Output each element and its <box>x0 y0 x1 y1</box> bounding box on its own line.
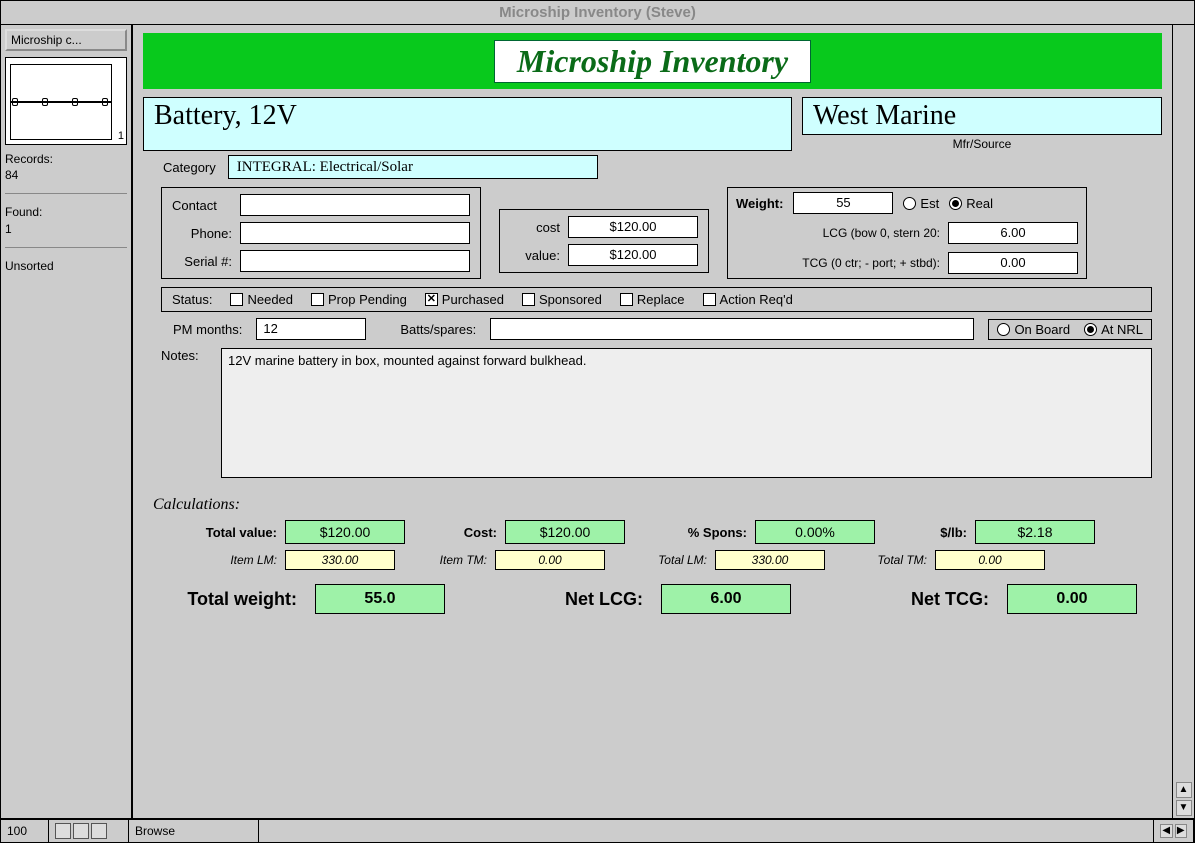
contact-field[interactable] <box>240 194 470 216</box>
mfr-field[interactable]: West Marine <box>802 97 1162 135</box>
category-label: Category <box>163 160 216 175</box>
per-lb-label: $/lb: <box>897 525 967 540</box>
rolodex-index: 1 <box>118 130 124 142</box>
weight-label: Weight: <box>736 196 783 211</box>
status-checkbox-sponsored[interactable]: Sponsored <box>522 292 602 307</box>
category-field[interactable]: INTEGRAL: Electrical/Solar <box>228 155 598 179</box>
per-lb: $2.18 <box>975 520 1095 544</box>
horizontal-scrollbar[interactable]: ◀ ▶ <box>1154 820 1194 842</box>
vertical-scrollbar[interactable]: ▲ ▼ <box>1172 25 1194 818</box>
banner-title: Microship Inventory <box>494 40 811 83</box>
net-tcg-label: Net TCG: <box>809 589 989 610</box>
pm-months-field[interactable]: 12 <box>256 318 366 340</box>
item-lm-label: Item LM: <box>157 553 277 567</box>
serial-field[interactable] <box>240 250 470 272</box>
value-label: value: <box>510 248 560 263</box>
weight-real-radio[interactable]: Real <box>949 196 993 211</box>
tcg-label: TCG (0 ctr; - port; + stbd): <box>736 256 940 270</box>
contact-label: Contact <box>172 198 232 213</box>
batts-field[interactable] <box>490 318 974 340</box>
record-rolodex[interactable]: 1 <box>5 57 127 145</box>
status-bar: 100 Browse ◀ ▶ <box>1 818 1194 842</box>
item-name-field[interactable]: Battery, 12V <box>143 97 792 151</box>
item-tm-label: Item TM: <box>407 553 487 567</box>
status-checkbox-prop-pending[interactable]: Prop Pending <box>311 292 407 307</box>
scroll-right-icon[interactable]: ▶ <box>1175 824 1188 838</box>
loc-onboard-radio[interactable]: On Board <box>997 322 1070 337</box>
net-tcg: 0.00 <box>1007 584 1137 614</box>
status-checkbox-purchased[interactable]: ✕Purchased <box>425 292 504 307</box>
scroll-up-icon[interactable]: ▲ <box>1176 782 1192 798</box>
location-group: On Board At NRL <box>988 319 1152 340</box>
contact-group: Contact Phone: Serial #: <box>161 187 481 279</box>
lcg-field[interactable]: 6.00 <box>948 222 1078 244</box>
phone-field[interactable] <box>240 222 470 244</box>
phone-label: Phone: <box>172 226 232 241</box>
mode-indicator[interactable]: Browse <box>129 820 259 842</box>
content-row: Microship c... 1 Records: 84 Found: 1 Un… <box>1 25 1194 818</box>
zoom-level[interactable]: 100 <box>1 820 49 842</box>
serial-label: Serial #: <box>172 254 232 269</box>
scroll-down-icon[interactable]: ▼ <box>1176 800 1192 816</box>
statusbar-tools[interactable] <box>49 820 129 842</box>
total-value: $120.00 <box>285 520 405 544</box>
sort-state[interactable]: Unsorted <box>5 256 127 276</box>
found-meta: Found: 1 <box>5 202 127 238</box>
records-meta: Records: 84 <box>5 149 127 185</box>
loc-atnrl-radio[interactable]: At NRL <box>1084 322 1143 337</box>
total-value-label: Total value: <box>157 525 277 540</box>
tool-icon[interactable] <box>73 823 89 839</box>
notes-label: Notes: <box>161 348 211 478</box>
calc-cost-label: Cost: <box>427 525 497 540</box>
total-lm-label: Total LM: <box>617 553 707 567</box>
calculations-heading: Calculations: <box>153 496 1152 514</box>
status-row: Status: Needed Prop Pending ✕Purchased Spon… <box>161 287 1152 312</box>
cost-field[interactable]: $120.00 <box>568 216 698 238</box>
lcg-label: LCG (bow 0, stern 20: <box>736 226 940 240</box>
main-form: Microship Inventory Battery, 12V West Ma… <box>133 25 1172 818</box>
item-lm: 330.00 <box>285 550 395 570</box>
money-group: cost $120.00 value: $120.00 <box>499 209 709 273</box>
pct-spons: 0.00% <box>755 520 875 544</box>
layout-popup-button[interactable]: Microship c... <box>5 29 127 51</box>
tcg-field[interactable]: 0.00 <box>948 252 1078 274</box>
banner: Microship Inventory <box>143 33 1162 89</box>
tool-icon[interactable] <box>91 823 107 839</box>
batts-label: Batts/spares: <box>400 322 476 337</box>
value-field[interactable]: $120.00 <box>568 244 698 266</box>
pct-spons-label: % Spons: <box>647 525 747 540</box>
total-tm: 0.00 <box>935 550 1045 570</box>
total-tm-label: Total TM: <box>837 553 927 567</box>
calc-cost: $120.00 <box>505 520 625 544</box>
app-window: Microship Inventory (Steve) Microship c.… <box>0 0 1195 843</box>
status-checkbox-action-req-d[interactable]: Action Req'd <box>703 292 793 307</box>
pm-months-label: PM months: <box>173 322 242 337</box>
cost-label: cost <box>510 220 560 235</box>
status-checkbox-needed[interactable]: Needed <box>230 292 293 307</box>
window-title: Microship Inventory (Steve) <box>1 1 1194 25</box>
weight-field[interactable]: 55 <box>793 192 893 214</box>
status-checkbox-replace[interactable]: Replace <box>620 292 685 307</box>
status-label: Status: <box>172 292 212 307</box>
weight-est-radio[interactable]: Est <box>903 196 939 211</box>
scroll-left-icon[interactable]: ◀ <box>1160 824 1173 838</box>
statusbar-spacer <box>259 820 1154 842</box>
item-tm: 0.00 <box>495 550 605 570</box>
total-weight: 55.0 <box>315 584 445 614</box>
sidebar: Microship c... 1 Records: 84 Found: 1 Un… <box>1 25 133 818</box>
net-lcg-label: Net LCG: <box>463 589 643 610</box>
net-lcg: 6.00 <box>661 584 791 614</box>
total-lm: 330.00 <box>715 550 825 570</box>
notes-field[interactable] <box>221 348 1152 478</box>
total-weight-label: Total weight: <box>157 589 297 610</box>
tool-icon[interactable] <box>55 823 71 839</box>
mfr-label: Mfr/Source <box>802 137 1162 151</box>
weight-group: Weight: 55 Est Real LCG (bow 0, stern 20… <box>727 187 1087 279</box>
